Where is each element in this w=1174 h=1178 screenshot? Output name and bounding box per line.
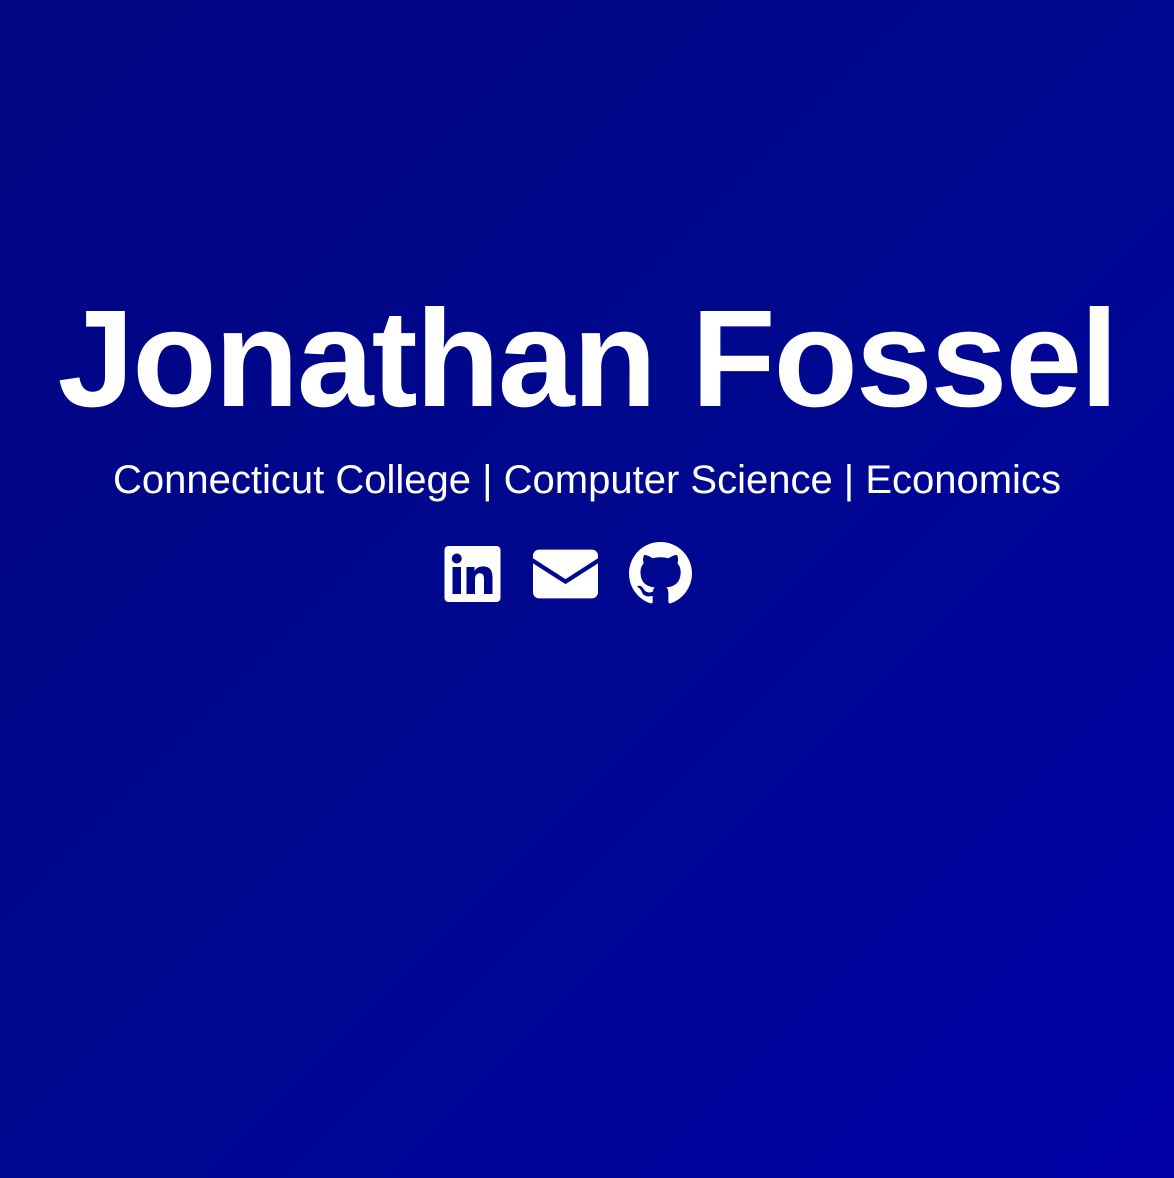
- page-title: Jonathan Fossel: [57, 282, 1119, 436]
- tagline: Connecticut College | Computer Science |…: [113, 458, 1061, 502]
- email-link[interactable]: [533, 549, 598, 599]
- linkedin-link[interactable]: [444, 545, 501, 602]
- social-links: [444, 542, 692, 605]
- github-link[interactable]: [629, 542, 692, 605]
- linkedin-icon: [444, 545, 501, 602]
- hero-section: Jonathan Fossel Connecticut College | Co…: [0, 282, 1174, 604]
- envelope-icon: [533, 549, 598, 598]
- github-icon: [629, 542, 692, 604]
